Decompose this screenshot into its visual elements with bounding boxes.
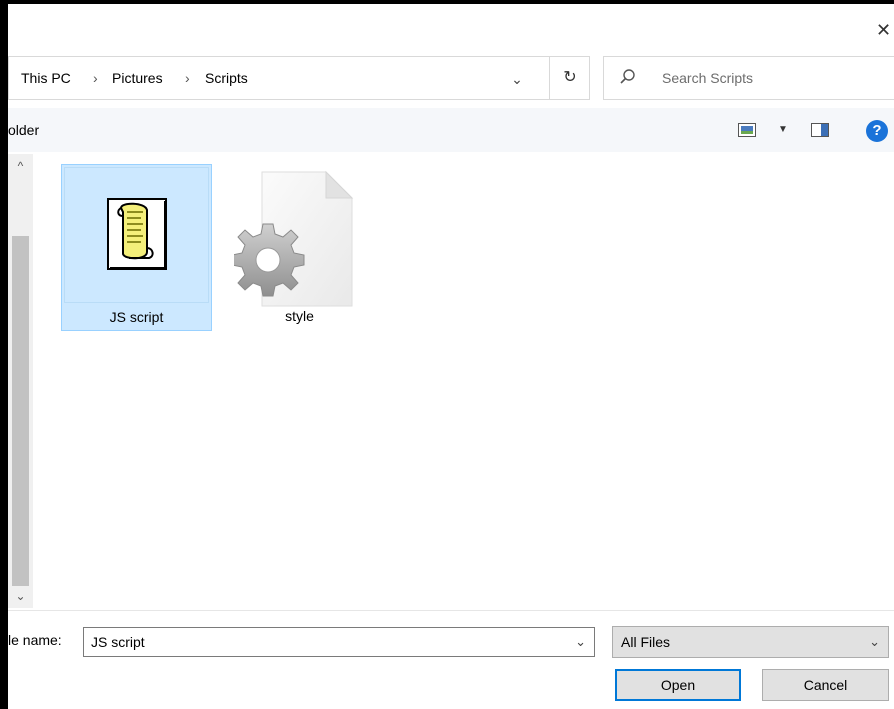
scroll-thumb[interactable] [12,236,29,586]
address-bar[interactable]: This PC › Pictures › Scripts ⌄ ↻ [8,56,590,100]
file-name-label: JS script [109,309,164,325]
refresh-icon[interactable]: ↻ [549,57,590,99]
chevron-down-icon[interactable]: ⌄ [507,69,527,89]
breadcrumb-this-pc[interactable]: This PC [21,57,71,99]
chevron-down-icon[interactable]: ⌄ [869,627,880,657]
file-name-input[interactable]: JS script ⌄ [83,627,595,657]
cancel-button[interactable]: Cancel [762,669,889,701]
window-frame-left [0,0,8,709]
config-file-gear-icon [234,170,354,307]
view-dropdown-icon[interactable]: ▼ [778,122,788,138]
js-script-icon [107,198,167,270]
file-type-value: All Files [621,634,671,650]
breadcrumb-separator[interactable]: › [93,57,98,99]
search-icon [620,69,635,84]
file-name-value[interactable]: JS script [91,628,145,656]
search-placeholder: Search Scripts [662,70,754,86]
open-button[interactable]: Open [615,669,741,701]
scroll-up-icon[interactable]: ^ [8,154,33,178]
file-item-js-script[interactable]: JS script [61,164,212,331]
command-bar: older ▼ ? [8,108,894,152]
footer-divider [8,610,894,611]
breadcrumb-scripts[interactable]: Scripts [205,57,248,99]
breadcrumb-separator[interactable]: › [185,57,190,99]
search-input[interactable]: Search Scripts [603,56,894,100]
close-icon[interactable]: ✕ [876,20,894,40]
file-type-select[interactable]: All Files ⌄ [612,626,889,658]
file-item-style[interactable]: style [224,164,375,331]
chevron-down-icon[interactable]: ⌄ [575,628,586,656]
view-options-icon[interactable] [738,123,756,137]
vertical-scrollbar[interactable]: ^ ⌄ [8,154,33,608]
file-name-label: le name: [8,632,62,648]
breadcrumb-pictures[interactable]: Pictures [112,57,163,99]
scroll-down-icon[interactable]: ⌄ [8,584,33,608]
help-icon[interactable]: ? [866,120,888,142]
file-name-label: style [285,308,314,324]
window-frame-top [8,0,894,4]
new-folder-button[interactable]: older [8,108,39,152]
preview-pane-icon[interactable] [811,123,829,137]
